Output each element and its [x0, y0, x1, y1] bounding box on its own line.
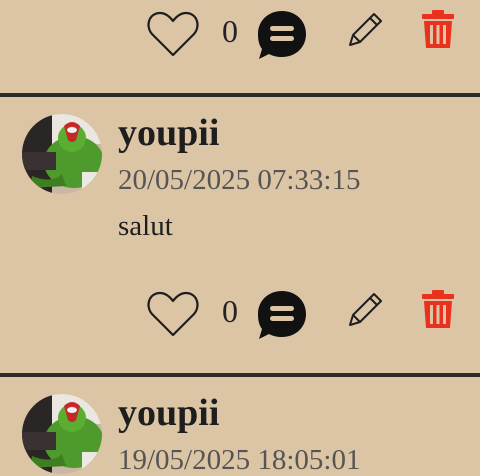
like-button[interactable] — [146, 9, 200, 59]
like-count: 0 — [222, 12, 238, 49]
comment-bubble-icon — [258, 291, 306, 339]
delete-button[interactable] — [420, 9, 456, 49]
avatar-image — [22, 394, 102, 474]
pencil-icon — [349, 293, 382, 326]
edit-button[interactable] — [346, 9, 386, 49]
trash-icon — [422, 10, 454, 48]
comment-button[interactable] — [256, 289, 308, 341]
heart-outline-icon — [147, 11, 199, 57]
avatar-image — [22, 114, 102, 194]
post-actions: 0 — [0, 289, 480, 359]
post-actions: 0 — [0, 9, 480, 79]
like-button[interactable] — [146, 289, 200, 339]
comment-bubble-icon — [258, 11, 306, 59]
post-timestamp: 19/05/2025 18:05:01 — [118, 444, 361, 476]
post-username[interactable]: youpii — [118, 114, 219, 152]
edit-button[interactable] — [346, 289, 386, 329]
pencil-icon — [349, 13, 382, 46]
post-timestamp: 20/05/2025 07:33:15 — [118, 164, 361, 196]
trash-icon — [422, 290, 454, 328]
comment-button[interactable] — [256, 9, 308, 61]
post-username[interactable]: youpii — [118, 394, 219, 432]
post-divider — [0, 373, 480, 377]
delete-button[interactable] — [420, 289, 456, 329]
avatar[interactable] — [22, 114, 102, 194]
post-divider — [0, 93, 480, 97]
post-content: salut — [118, 210, 173, 242]
like-count: 0 — [222, 292, 238, 329]
heart-outline-icon — [147, 291, 199, 337]
avatar[interactable] — [22, 394, 102, 474]
